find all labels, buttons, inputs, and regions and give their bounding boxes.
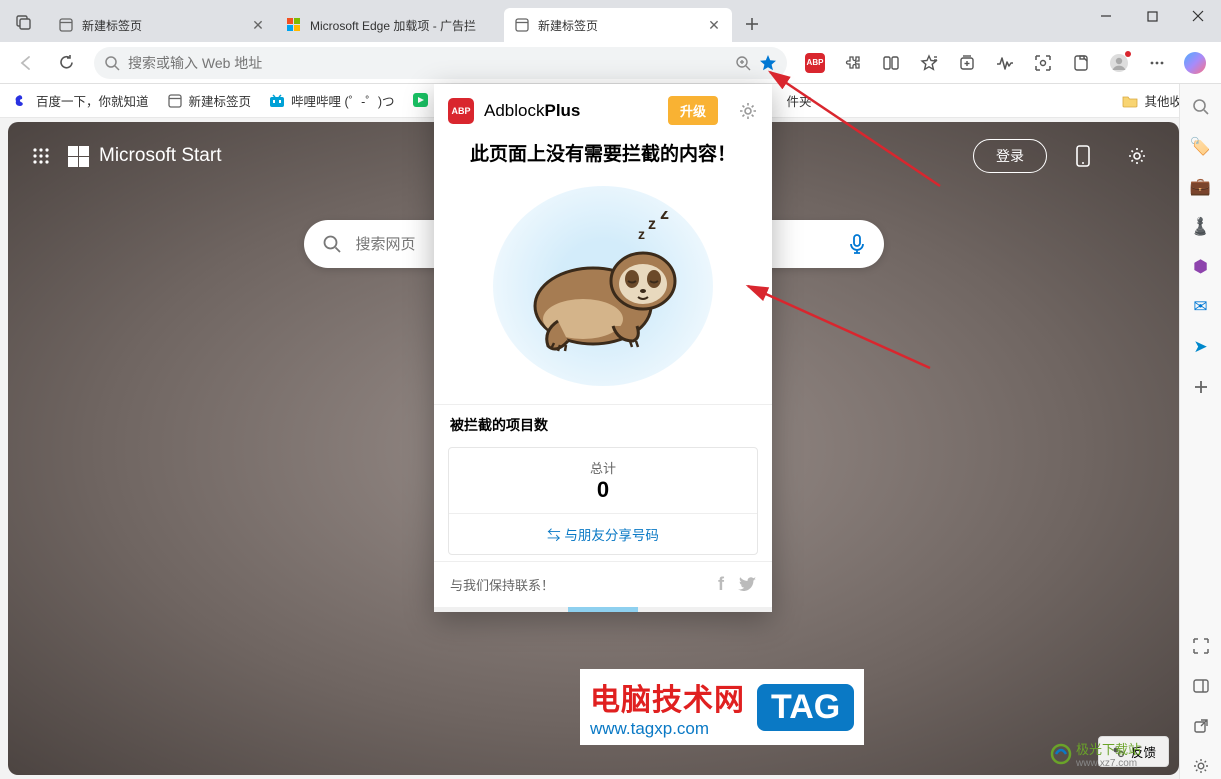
abp-popup: ABP AdblockPlus 升级 此页面上没有需要拦截的内容！ z z z	[434, 84, 772, 612]
app-launcher-icon[interactable]	[32, 147, 50, 165]
sidebar-search-icon[interactable]	[1188, 94, 1214, 120]
close-icon[interactable]: ✕	[706, 17, 722, 33]
zoom-icon[interactable]	[735, 55, 751, 71]
performance-button[interactable]	[987, 45, 1023, 81]
tab-3-active[interactable]: 新建标签页 ✕	[504, 8, 732, 42]
sidebar-send-icon[interactable]: ➤	[1188, 334, 1214, 360]
annotation-arrow-1	[760, 66, 950, 196]
tab-favicon	[286, 17, 302, 33]
sidebar-tools-icon[interactable]: 💼	[1188, 174, 1214, 200]
mobile-icon[interactable]	[1065, 138, 1101, 174]
voice-search-icon[interactable]	[848, 233, 866, 255]
close-window-button[interactable]	[1175, 0, 1221, 32]
refresh-button[interactable]	[48, 45, 84, 81]
collections-button[interactable]	[949, 45, 985, 81]
sidebar-add-icon[interactable]	[1188, 374, 1214, 400]
close-icon[interactable]: ✕	[250, 17, 266, 33]
total-value: 0	[459, 477, 747, 503]
microsoft-icon	[68, 146, 89, 167]
back-button[interactable]	[8, 45, 44, 81]
bookmark-bilibili[interactable]: 哔哩哔哩 (゜-゜)つ	[269, 91, 394, 110]
login-button[interactable]: 登录	[973, 139, 1047, 173]
brand-label: Microsoft Start	[99, 145, 221, 167]
copilot-button[interactable]	[1177, 45, 1213, 81]
sidebar-screenshot-icon[interactable]	[1188, 633, 1214, 659]
tab-label: 新建标签页	[82, 17, 242, 34]
share-icon: ⇆	[547, 528, 564, 543]
microsoft-start-logo[interactable]: Microsoft Start	[68, 145, 221, 167]
sidebar-settings-icon[interactable]	[1188, 753, 1214, 779]
minimize-button[interactable]	[1083, 0, 1129, 32]
page-icon	[167, 93, 183, 109]
drop-button[interactable]	[1063, 45, 1099, 81]
tab-1[interactable]: 新建标签页 ✕	[48, 8, 276, 42]
svg-text:z: z	[648, 216, 656, 233]
profile-button[interactable]	[1101, 45, 1137, 81]
total-label: 总计	[459, 458, 747, 477]
maximize-button[interactable]	[1129, 0, 1175, 32]
facebook-icon[interactable]: f	[718, 574, 724, 595]
bookmark-baidu[interactable]: 百度一下，你就知道	[14, 91, 149, 110]
bookmark-label: 哔哩哔哩 (゜-゜)つ	[291, 91, 394, 110]
jiguang-watermark: 极光下载站 www.xz7.com	[1050, 739, 1141, 769]
abp-message: 此页面上没有需要拦截的内容！	[434, 137, 772, 180]
bookmark-video[interactable]	[413, 93, 429, 109]
screenshot-button[interactable]	[1025, 45, 1061, 81]
sidebar-external-icon[interactable]	[1188, 713, 1214, 739]
twitter-icon[interactable]	[738, 577, 756, 592]
annotation-arrow-2	[740, 278, 940, 378]
tab-actions-icon[interactable]	[8, 6, 40, 38]
play-icon	[413, 93, 429, 109]
share-button[interactable]: ⇆ 与朋友分享号码	[449, 513, 757, 554]
tab-favicon	[58, 17, 74, 33]
menu-button[interactable]	[1139, 45, 1175, 81]
sidebar-office-icon[interactable]: ⬢	[1188, 254, 1214, 280]
sidebar-games-icon[interactable]: ♟️	[1188, 214, 1214, 240]
sloth-illustration: z z z	[493, 186, 713, 386]
abp-settings-icon[interactable]	[738, 101, 758, 121]
bookmark-newtab[interactable]: 新建标签页	[167, 91, 252, 110]
edge-sidebar: 🏷️ 💼 ♟️ ⬢ ✉ ➤	[1179, 84, 1221, 779]
tab-label: Microsoft Edge 加载项 - 广告拦	[310, 17, 494, 34]
abp-logo-icon: ABP	[448, 98, 474, 124]
tab-label: 新建标签页	[538, 17, 698, 34]
bookmark-label: 百度一下，你就知道	[36, 91, 149, 110]
address-input[interactable]	[128, 55, 727, 71]
baidu-icon	[14, 93, 30, 109]
stats-total: 总计 0	[449, 448, 757, 513]
sidebar-hide-icon[interactable]	[1188, 673, 1214, 699]
watermark: 电脑技术网 www.tagxp.com TAG	[580, 669, 864, 745]
svg-text:z: z	[660, 211, 669, 223]
svg-text:z: z	[638, 226, 645, 242]
new-tab-button[interactable]	[738, 10, 766, 38]
address-bar[interactable]	[94, 47, 787, 79]
sidebar-shopping-icon[interactable]: 🏷️	[1188, 134, 1214, 160]
tab-2[interactable]: Microsoft Edge 加载项 - 广告拦	[276, 8, 504, 42]
folder-icon	[1122, 93, 1138, 109]
upgrade-button[interactable]: 升级	[668, 96, 718, 125]
tab-favicon	[514, 17, 530, 33]
settings-gear-icon[interactable]	[1119, 138, 1155, 174]
stats-label: 被拦截的项目数	[434, 404, 772, 441]
sidebar-outlook-icon[interactable]: ✉	[1188, 294, 1214, 320]
contact-label: 与我们保持联系！	[450, 575, 554, 594]
search-icon	[322, 234, 342, 254]
abp-brand: AdblockPlus	[484, 101, 580, 121]
bilibili-icon	[269, 93, 285, 109]
search-icon	[104, 55, 120, 71]
bookmark-label: 新建标签页	[189, 91, 252, 110]
